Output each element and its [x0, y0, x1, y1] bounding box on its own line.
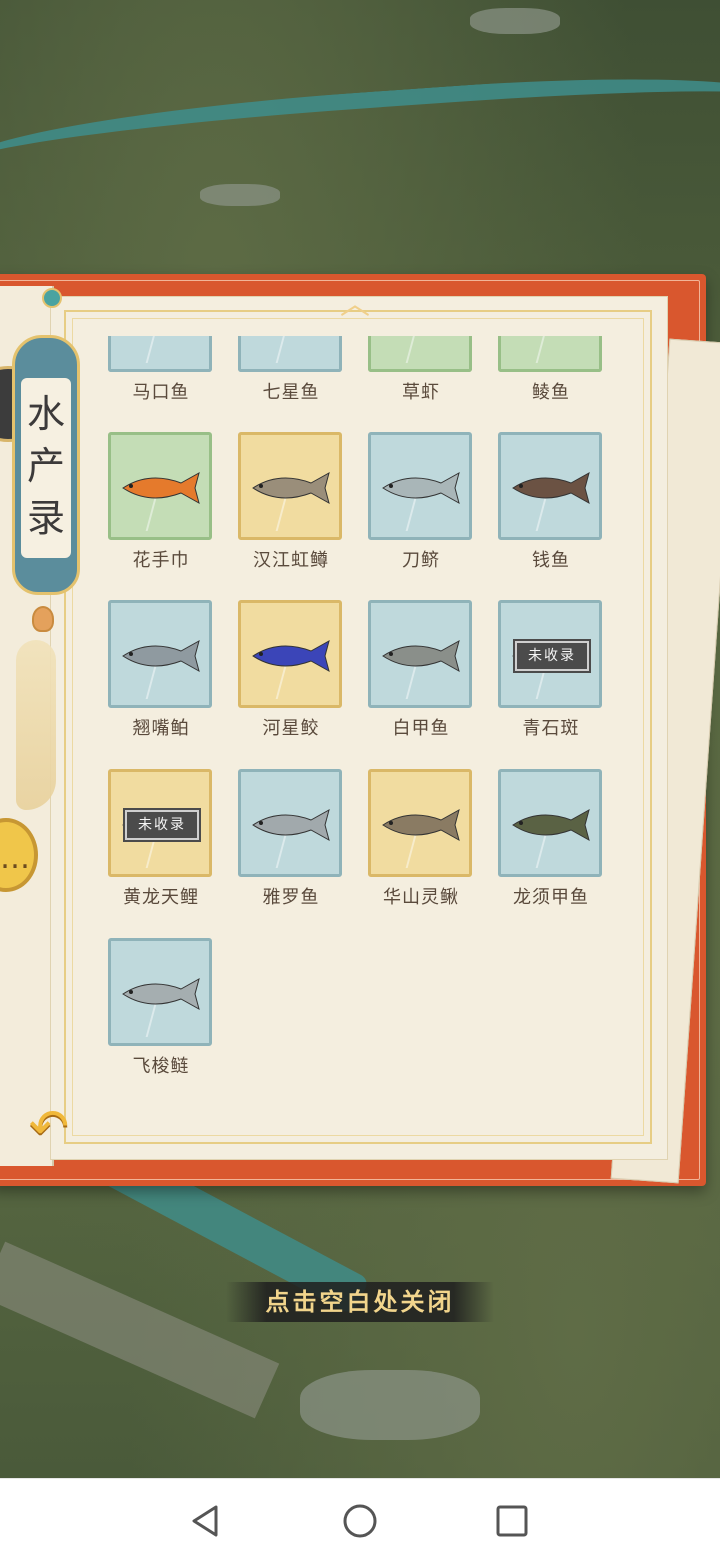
- fish-card[interactable]: [238, 769, 342, 877]
- fish-name: 刀鲚: [402, 550, 440, 571]
- fish-card[interactable]: [108, 336, 212, 372]
- fish-card[interactable]: [368, 769, 472, 877]
- fish-name: 翘嘴鲌: [132, 718, 190, 739]
- fish-icon: [512, 471, 590, 505]
- reed-decoration: [535, 336, 595, 363]
- fish-card[interactable]: [368, 432, 472, 540]
- not-collected-badge: 未收录: [125, 810, 199, 840]
- reed-decoration: [405, 336, 465, 363]
- fish-icon: [382, 808, 460, 842]
- fish-name: 钱鱼: [532, 550, 570, 571]
- fish-name: 飞梭鲢: [132, 1056, 190, 1077]
- fish-card[interactable]: [108, 600, 212, 708]
- river: [0, 63, 720, 207]
- fish-name: 龙须甲鱼: [513, 887, 589, 908]
- fish-icon: [382, 471, 460, 505]
- fish-card[interactable]: [238, 432, 342, 540]
- tassel-decoration: [16, 640, 56, 810]
- system-nav-bar: [0, 1478, 720, 1561]
- fish-name: 青石斑: [522, 718, 580, 739]
- fish-icon: [122, 977, 200, 1011]
- fish-card[interactable]: [108, 432, 212, 540]
- fish-name: 雅罗鱼: [262, 887, 320, 908]
- nav-back-icon[interactable]: [186, 1501, 226, 1541]
- fish-name: 七星鱼: [262, 382, 320, 403]
- close-hint: 点击空白处关闭: [226, 1282, 494, 1322]
- fish-name: 鲮鱼: [532, 382, 570, 403]
- fish-icon: [252, 471, 330, 505]
- fish-name: 草虾: [402, 382, 440, 403]
- fish-name: 华山灵鳅: [383, 887, 459, 908]
- book-title-banner: 水产录: [12, 335, 80, 595]
- fish-icon: [252, 639, 330, 673]
- road: [0, 1241, 280, 1419]
- back-arrow-button[interactable]: ↶: [14, 1103, 84, 1151]
- fish-name: 花手巾: [132, 550, 190, 571]
- rock: [300, 1370, 480, 1440]
- fish-name: 汉江虹鳟: [253, 550, 329, 571]
- reed-decoration: [275, 336, 335, 363]
- fish-card[interactable]: [238, 336, 342, 372]
- banner-knob: [42, 288, 62, 308]
- fish-name: 黄龙天鲤: [123, 887, 199, 908]
- fish-icon: [512, 808, 590, 842]
- nav-recent-icon[interactable]: [492, 1501, 532, 1541]
- scroll-up-icon[interactable]: ︿: [330, 288, 380, 322]
- rock: [470, 8, 560, 34]
- fish-icon: [122, 639, 200, 673]
- fish-card[interactable]: [498, 336, 602, 372]
- reed-decoration: [145, 336, 205, 363]
- fish-name: 马口鱼: [132, 382, 190, 403]
- rock: [200, 184, 280, 206]
- nav-home-icon[interactable]: [340, 1501, 380, 1541]
- fish-card[interactable]: [498, 769, 602, 877]
- fish-card[interactable]: [498, 432, 602, 540]
- fish-icon: [252, 808, 330, 842]
- fish-card[interactable]: 未收录: [498, 600, 602, 708]
- fish-icon: [122, 471, 200, 505]
- not-collected-badge: 未收录: [515, 641, 589, 671]
- fish-name: 河星鲛: [262, 718, 320, 739]
- book-title: 水产录: [26, 392, 65, 540]
- jade-pendant-icon: [32, 606, 54, 632]
- fish-card[interactable]: [238, 600, 342, 708]
- fish-card[interactable]: [368, 336, 472, 372]
- fish-card[interactable]: [368, 600, 472, 708]
- fish-icon: [382, 639, 460, 673]
- fish-card[interactable]: 未收录: [108, 769, 212, 877]
- fish-name: 白甲鱼: [392, 718, 450, 739]
- fish-card[interactable]: [108, 938, 212, 1046]
